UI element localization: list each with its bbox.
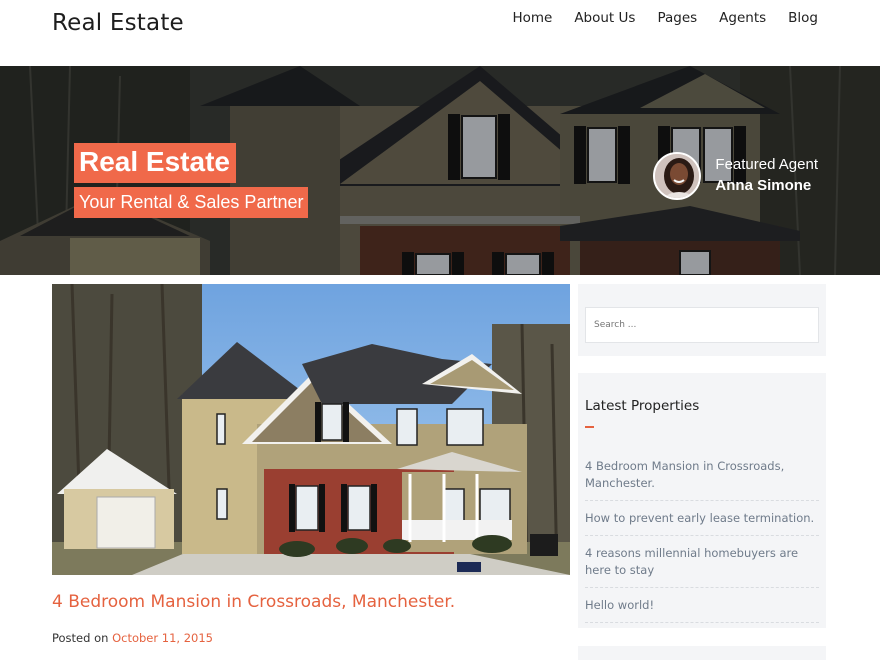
list-item: How to prevent early lease termination.	[585, 507, 819, 536]
list-item: Hello world!	[585, 594, 819, 623]
post-title[interactable]: 4 Bedroom Mansion in Crossroads, Manches…	[52, 592, 455, 612]
agent-avatar[interactable]	[653, 152, 702, 200]
featured-property-image[interactable]	[52, 284, 570, 575]
post-date-link[interactable]: October 11, 2015	[112, 631, 213, 645]
featured-agent[interactable]: Featured Agent Anna Simone	[653, 152, 818, 200]
latest-property-link[interactable]: 4 Bedroom Mansion in Crossroads, Manches…	[585, 459, 784, 490]
list-item: 4 reasons millennial homebuyers are here…	[585, 542, 819, 588]
site-header: Real Estate Home About Us Pages Agents B…	[0, 0, 880, 66]
latest-property-link[interactable]: How to prevent early lease termination.	[585, 511, 814, 525]
agent-info: Featured Agent Anna Simone	[715, 155, 818, 197]
post-meta: Posted on October 11, 2015	[52, 631, 213, 645]
nav-home[interactable]: Home	[512, 10, 552, 26]
main-nav: Home About Us Pages Agents Blog	[490, 10, 818, 26]
agent-name[interactable]: Anna Simone	[715, 175, 818, 197]
hero-title: Real Estate	[74, 143, 236, 183]
latest-properties-widget: Latest Properties 4 Bedroom Mansion in C…	[578, 373, 826, 628]
widget-title-accent	[585, 426, 594, 428]
latest-property-link[interactable]: 4 reasons millennial homebuyers are here…	[585, 546, 798, 577]
widget-title: Latest Properties	[585, 398, 700, 414]
latest-properties-list: 4 Bedroom Mansion in Crossroads, Manches…	[585, 455, 819, 629]
nav-blog[interactable]: Blog	[788, 10, 818, 26]
next-widget	[578, 646, 826, 660]
agent-label: Featured Agent	[715, 156, 818, 173]
list-item: 4 Bedroom Mansion in Crossroads, Manches…	[585, 455, 819, 501]
nav-pages[interactable]: Pages	[657, 10, 697, 26]
house-photo	[52, 284, 570, 575]
hero-subtitle: Your Rental & Sales Partner	[74, 187, 309, 218]
search-widget	[578, 284, 826, 356]
latest-property-link[interactable]: Hello world!	[585, 598, 654, 612]
hero-banner: Real Estate Your Rental & Sales Partner …	[0, 66, 880, 275]
agent-photo-icon	[655, 154, 700, 198]
nav-about-us[interactable]: About Us	[574, 10, 635, 26]
site-title[interactable]: Real Estate	[52, 10, 184, 36]
search-input[interactable]	[585, 307, 819, 343]
posted-on-label: Posted on	[52, 631, 109, 645]
nav-agents[interactable]: Agents	[719, 10, 766, 26]
